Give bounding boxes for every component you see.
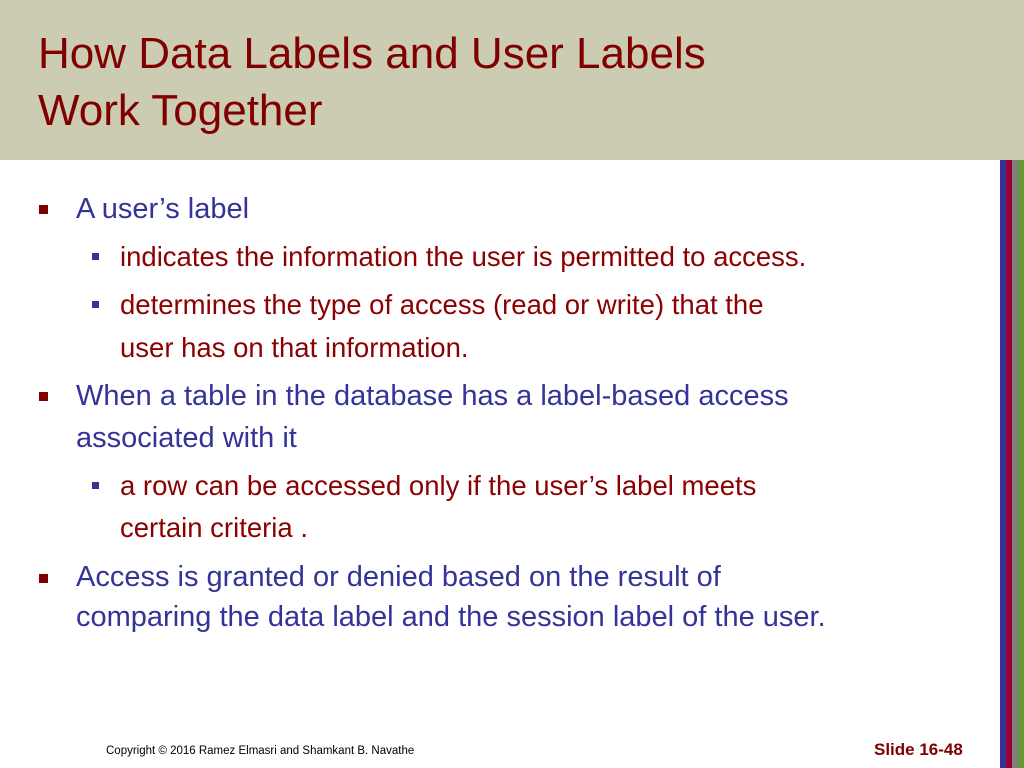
sub-bullet-text: a row can be accessed only if the user’s…: [120, 470, 757, 501]
decorative-stripe-green: [1018, 160, 1024, 768]
bullet-marker-icon: [39, 205, 48, 214]
sub-bullet-text: indicates the information the user is pe…: [120, 241, 807, 272]
bullet-text: When a table in the database has a label…: [76, 380, 789, 412]
title-band: [0, 0, 1024, 160]
sub-bullet-text: determines the type of access (read or w…: [120, 289, 764, 320]
slide-title-line-2: Work Together: [38, 86, 323, 135]
sub-bullet-text-continued: user has on that information.: [120, 332, 469, 363]
sub-bullet-marker-icon: [92, 253, 99, 260]
slide-title-line-1: How Data Labels and User Labels: [38, 29, 706, 78]
bullet-text: Access is granted or denied based on the…: [76, 561, 721, 593]
bullet-marker-icon: [39, 574, 48, 583]
footer-copyright: Copyright © 2016 Ramez Elmasri and Shamk…: [106, 745, 415, 757]
sub-bullet-marker-icon: [92, 301, 99, 308]
bullet-text-continued: associated with it: [76, 422, 297, 454]
slide-number: Slide 16-48: [874, 740, 963, 759]
sub-bullet-marker-icon: [92, 482, 99, 489]
bullet-marker-icon: [39, 392, 48, 401]
bullet-text: A user’s label: [76, 193, 250, 225]
sub-bullet-text-continued: certain criteria .: [120, 512, 308, 543]
bullet-text-continued: comparing the data label and the session…: [76, 601, 826, 633]
